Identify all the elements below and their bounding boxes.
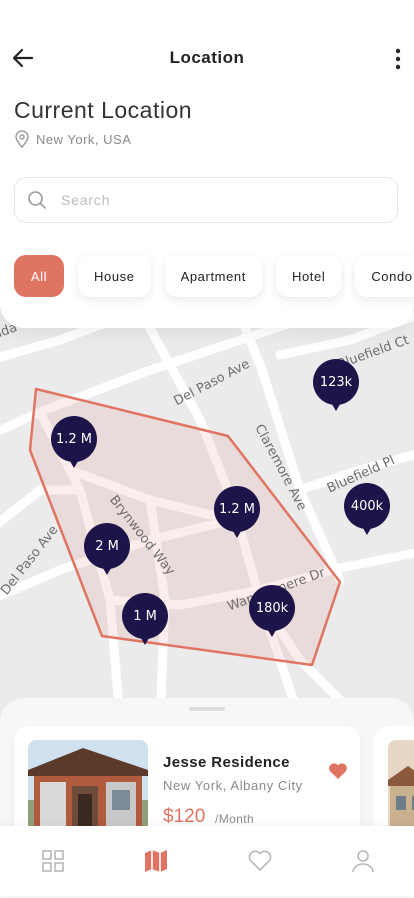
more-options-icon[interactable] bbox=[390, 46, 406, 72]
map-icon[interactable] bbox=[143, 848, 169, 874]
filter-chip-hotel[interactable]: Hotel bbox=[275, 255, 342, 297]
search-bar[interactable] bbox=[14, 177, 398, 223]
price-pin[interactable]: 180k bbox=[249, 585, 295, 643]
property-image bbox=[388, 740, 414, 840]
filter-chip-all[interactable]: All bbox=[14, 255, 64, 297]
filter-chips: All House Apartment Hotel Condo bbox=[14, 255, 414, 297]
map-view[interactable]: ada Del Paso Ave Claremore Ave Bluefield… bbox=[0, 300, 414, 720]
bottom-nav bbox=[0, 826, 414, 896]
price-pin[interactable]: 1.2 M bbox=[51, 416, 97, 474]
location-row: New York, USA bbox=[14, 130, 131, 148]
filter-chip-house[interactable]: House bbox=[78, 255, 151, 297]
profile-icon[interactable] bbox=[350, 848, 376, 874]
property-address: New York, Albany City bbox=[163, 778, 303, 793]
property-price: $120 bbox=[163, 806, 206, 827]
filter-chip-apartment[interactable]: Apartment bbox=[164, 255, 262, 297]
header-panel: Location Current Location New York, USA … bbox=[0, 0, 414, 328]
price-pin[interactable]: 123k bbox=[313, 359, 359, 417]
search-input[interactable] bbox=[59, 191, 244, 209]
price-pin[interactable]: 1 M bbox=[122, 593, 168, 651]
filter-chip-condo[interactable]: Condo bbox=[355, 255, 414, 297]
property-name: Jesse Residence bbox=[163, 754, 290, 771]
location-pin-icon bbox=[15, 130, 29, 148]
price-period: /Month bbox=[215, 812, 255, 826]
grid-icon[interactable] bbox=[40, 848, 66, 874]
search-icon bbox=[28, 191, 46, 209]
location-city: New York, USA bbox=[36, 131, 132, 147]
sheet-handle[interactable] bbox=[189, 707, 225, 711]
favorite-heart-icon[interactable] bbox=[328, 762, 348, 780]
price-pin[interactable]: 2 M bbox=[84, 523, 130, 581]
price-pin[interactable]: 400k bbox=[344, 483, 390, 541]
property-image bbox=[28, 740, 148, 840]
page-title: Location bbox=[169, 48, 245, 67]
price-pin[interactable]: 1.2 M bbox=[214, 486, 260, 544]
current-location-heading: Current Location bbox=[14, 97, 193, 123]
heart-icon[interactable] bbox=[247, 848, 273, 874]
